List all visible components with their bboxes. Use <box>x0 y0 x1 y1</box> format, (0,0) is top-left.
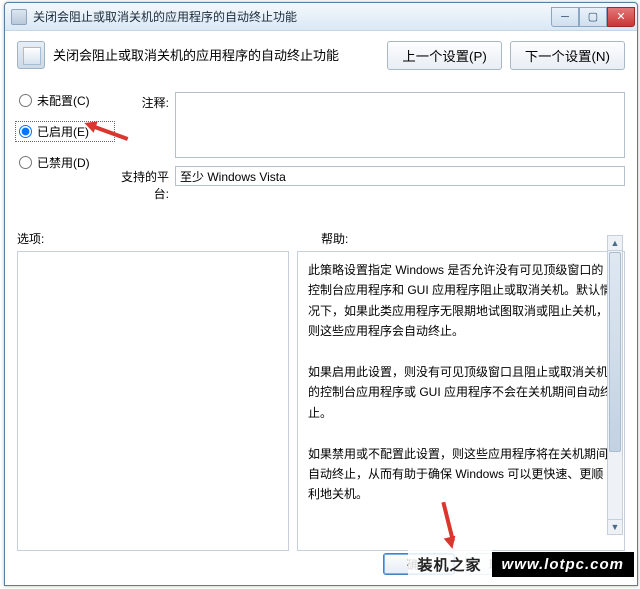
minimize-button[interactable]: ─ <box>551 7 579 27</box>
policy-title: 关闭会阻止或取消关机的应用程序的自动终止功能 <box>53 41 387 64</box>
radio-enabled-input[interactable] <box>19 125 32 138</box>
watermark: 装机之家 www.lotpc.com <box>408 550 634 579</box>
help-panel: 此策略设置指定 Windows 是否允许没有可见顶级窗口的控制台应用程序和 GU… <box>297 251 625 551</box>
titlebar: 关闭会阻止或取消关机的应用程序的自动终止功能 ─ ▢ ✕ <box>5 3 637 31</box>
radio-not-configured-input[interactable] <box>19 94 32 107</box>
scroll-up-icon[interactable]: ▲ <box>608 236 622 251</box>
platform-label: 支持的平台: <box>113 166 169 202</box>
scroll-thumb[interactable] <box>609 252 621 452</box>
watermark-cn: 装机之家 <box>408 550 492 579</box>
radio-disabled-input[interactable] <box>19 156 32 169</box>
comment-textarea[interactable] <box>175 92 625 158</box>
close-button[interactable]: ✕ <box>607 7 635 27</box>
window-title: 关闭会阻止或取消关机的应用程序的自动终止功能 <box>33 8 551 25</box>
comment-label: 注释: <box>113 92 169 158</box>
maximize-button[interactable]: ▢ <box>579 7 607 27</box>
watermark-en: www.lotpc.com <box>492 552 634 577</box>
previous-setting-button[interactable]: 上一个设置(P) <box>387 41 501 70</box>
help-scrollbar[interactable]: ▲ ▼ <box>607 235 623 535</box>
options-panel <box>17 251 289 551</box>
window-icon <box>11 9 27 25</box>
next-setting-button[interactable]: 下一个设置(N) <box>510 41 625 70</box>
supported-platform-field <box>175 166 625 186</box>
radio-disabled[interactable]: 已禁用(D) <box>17 154 113 171</box>
scroll-down-icon[interactable]: ▼ <box>608 519 622 534</box>
options-label: 选项: <box>17 230 321 247</box>
radio-enabled[interactable]: 已启用(E) <box>17 123 113 140</box>
radio-not-configured[interactable]: 未配置(C) <box>17 92 113 109</box>
policy-icon <box>17 41 45 69</box>
help-label: 帮助: <box>321 230 625 247</box>
